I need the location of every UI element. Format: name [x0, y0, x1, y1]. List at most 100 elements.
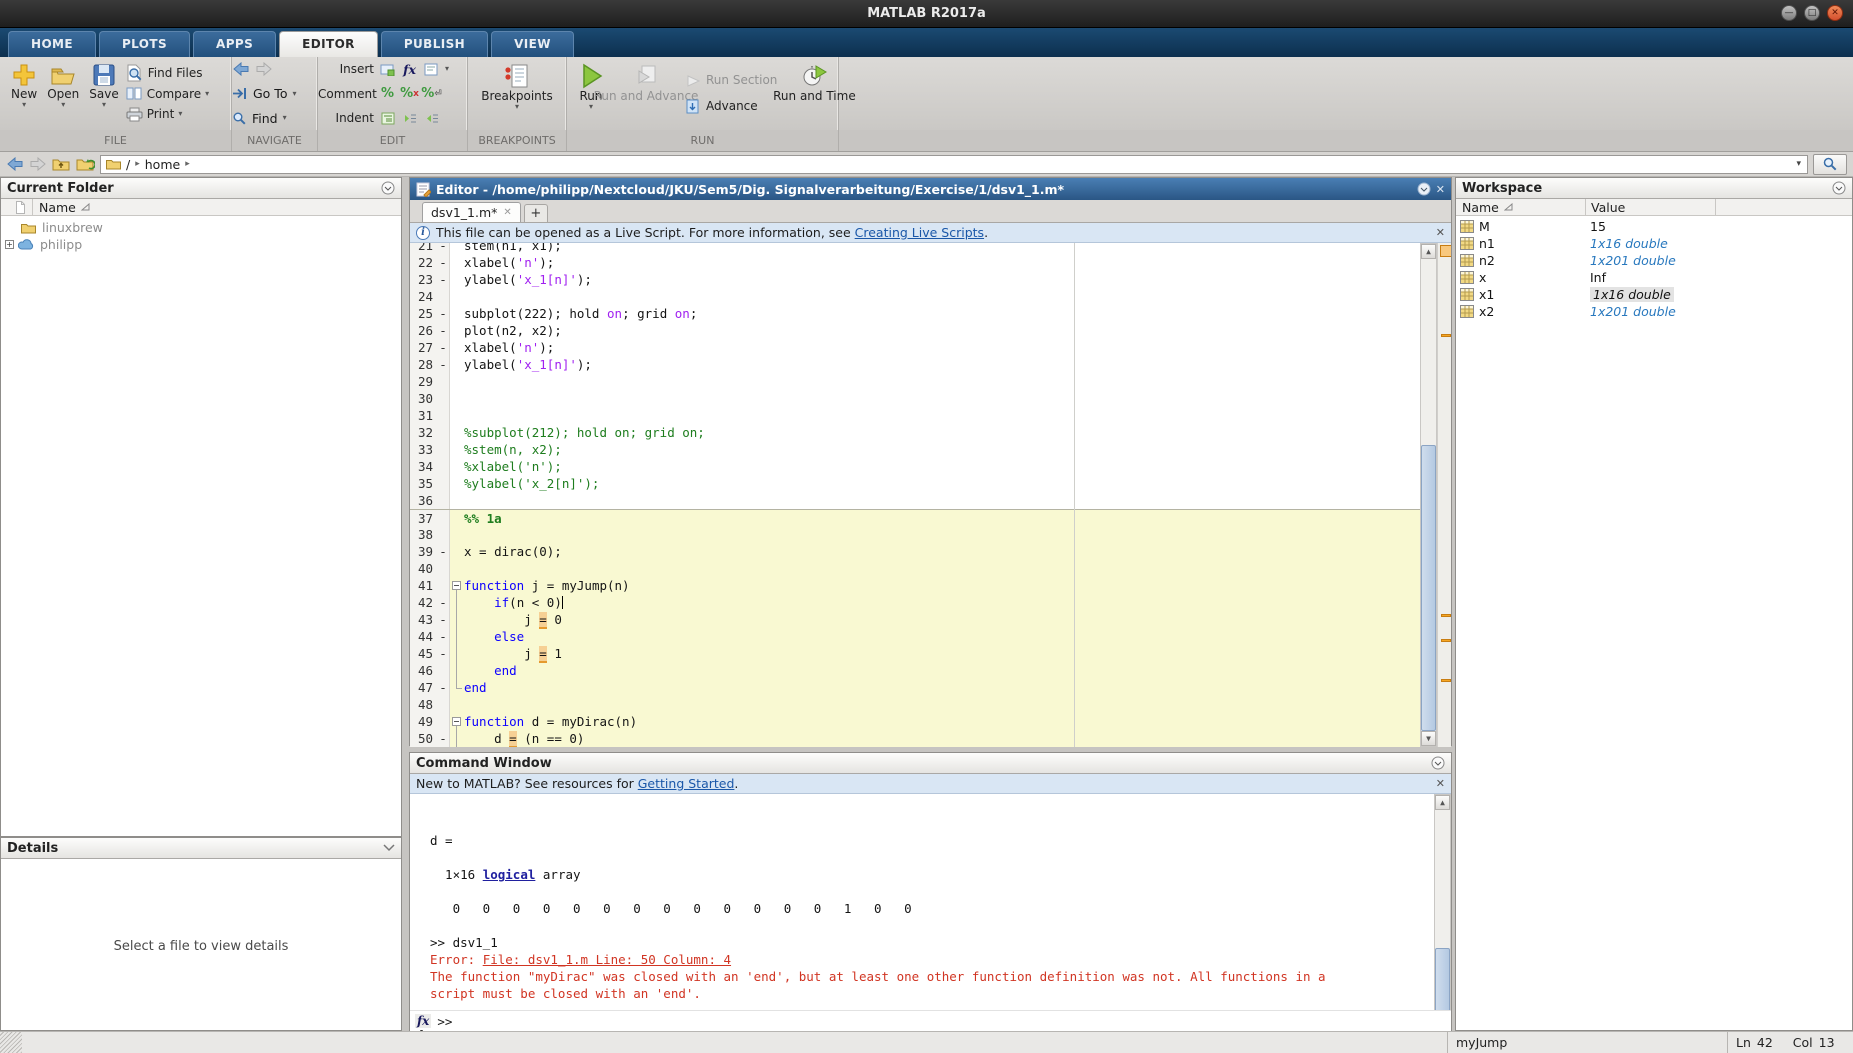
tab-editor[interactable]: EDITOR [279, 31, 378, 57]
code-text[interactable]: ylabel('x_1[n]'); [464, 271, 1420, 288]
breakpoint-gutter[interactable] [437, 492, 450, 509]
code-line-45[interactable]: 45- j = 1 [410, 645, 1420, 662]
editor-title-bar[interactable]: Editor - /home/philipp/Nextcloud/JKU/Sem… [410, 178, 1451, 200]
breadcrumb-home[interactable]: home [145, 157, 180, 172]
tab-publish[interactable]: PUBLISH [381, 31, 488, 57]
panel-menu-icon[interactable] [1417, 182, 1431, 196]
code-text[interactable] [464, 492, 1420, 509]
fold-gutter[interactable] [450, 526, 464, 543]
code-line-30[interactable]: 30 [410, 390, 1420, 407]
workspace-row-x1[interactable]: x11x16 double [1456, 286, 1852, 303]
find-files-button[interactable]: Find Files [126, 63, 209, 83]
code-text[interactable] [464, 407, 1420, 424]
tab-close-icon[interactable]: ✕ [503, 207, 511, 218]
line-number[interactable]: 25 [410, 305, 437, 322]
resize-grip[interactable] [0, 1032, 22, 1053]
scroll-down-icon[interactable]: ▼ [1421, 731, 1436, 746]
line-number[interactable]: 46 [410, 662, 437, 679]
line-number[interactable]: 39 [410, 543, 437, 560]
fold-collapse-icon[interactable] [452, 581, 461, 590]
file-tab[interactable]: dsv1_1.m* ✕ [422, 202, 521, 222]
code-line-24[interactable]: 24 [410, 288, 1420, 305]
creating-live-scripts-link[interactable]: Creating Live Scripts [855, 225, 984, 240]
line-number[interactable]: 48 [410, 696, 437, 713]
warning-summary-icon[interactable] [1440, 245, 1451, 257]
fold-collapse-icon[interactable] [452, 717, 461, 726]
code-text[interactable]: x = dirac(0); [464, 543, 1420, 560]
expand-icon[interactable]: + [5, 240, 14, 249]
code-line-49[interactable]: 49 function d = myDirac(n) [410, 713, 1420, 730]
new-tab-button[interactable]: + [524, 204, 548, 222]
tab-apps[interactable]: APPS [193, 31, 276, 57]
code-text[interactable]: ylabel('x_1[n]'); [464, 356, 1420, 373]
code-text[interactable]: end [464, 679, 1420, 696]
code-text[interactable]: stem(n1, x1); [464, 243, 1420, 254]
close-button[interactable]: ✕ [1827, 5, 1843, 21]
breakpoint-gutter[interactable]: - [437, 679, 450, 696]
code-text[interactable]: function d = myDirac(n) [464, 713, 1420, 730]
code-line-38[interactable]: 38 [410, 526, 1420, 543]
advance-button[interactable]: Advance [685, 97, 777, 117]
fold-gutter[interactable] [450, 492, 464, 509]
line-number[interactable]: 41 [410, 577, 437, 594]
code-text[interactable]: %subplot(212); hold on; grid on; [464, 424, 1420, 441]
line-number[interactable]: 36 [410, 492, 437, 509]
path-search-button[interactable] [1813, 154, 1847, 175]
code-line-50[interactable]: 50- d = (n == 0) [410, 730, 1420, 747]
line-number[interactable]: 21 [410, 243, 437, 254]
info-close-icon[interactable]: ✕ [1436, 777, 1445, 790]
up-folder-icon[interactable] [52, 156, 71, 172]
breakpoint-gutter[interactable]: - [437, 322, 450, 339]
fold-gutter[interactable] [450, 713, 464, 730]
line-number[interactable]: 43 [410, 611, 437, 628]
code-line-41[interactable]: 41 function j = myJump(n) [410, 577, 1420, 594]
go-to-button[interactable]: Go To▾ [232, 84, 317, 104]
code-text[interactable]: function j = myJump(n) [464, 577, 1420, 594]
panel-menu-icon[interactable] [1431, 756, 1445, 770]
breakpoint-gutter[interactable]: - [437, 271, 450, 288]
print-button[interactable]: Print▾ [126, 104, 209, 124]
error-location-link[interactable]: File: dsv1_1.m Line: 50 Column: 4 [483, 952, 731, 967]
code-line-23[interactable]: 23-ylabel('x_1[n]'); [410, 271, 1420, 288]
command-prompt-row[interactable]: fx >> [410, 1010, 1451, 1031]
fold-gutter[interactable] [450, 424, 464, 441]
fold-gutter[interactable] [450, 475, 464, 492]
line-number[interactable]: 28 [410, 356, 437, 373]
code-line-33[interactable]: 33%stem(n, x2); [410, 441, 1420, 458]
info-close-icon[interactable]: ✕ [1436, 226, 1445, 239]
run-and-advance-button[interactable]: Run and Advance [615, 61, 677, 126]
code-line-29[interactable]: 29 [410, 373, 1420, 390]
forward-icon[interactable] [255, 62, 273, 76]
indent-left-icon[interactable] [423, 111, 440, 126]
fold-gutter[interactable] [450, 288, 464, 305]
line-number[interactable]: 42 [410, 594, 437, 611]
fold-gutter[interactable] [450, 510, 464, 526]
code-line-31[interactable]: 31 [410, 407, 1420, 424]
logical-link[interactable]: logical [483, 867, 536, 882]
code-line-27[interactable]: 27-xlabel('n'); [410, 339, 1420, 356]
code-text[interactable] [464, 373, 1420, 390]
line-number[interactable]: 26 [410, 322, 437, 339]
code-line-46[interactable]: 46 end [410, 662, 1420, 679]
folder-item-philipp[interactable]: +philipp [1, 236, 401, 253]
panel-menu-icon[interactable] [381, 181, 395, 195]
code-text[interactable]: xlabel('n'); [464, 254, 1420, 271]
fold-gutter[interactable] [450, 322, 464, 339]
breakpoint-gutter[interactable] [437, 713, 450, 730]
fold-gutter[interactable] [450, 458, 464, 475]
line-number[interactable]: 40 [410, 560, 437, 577]
breakpoint-gutter[interactable]: - [437, 543, 450, 560]
editor-scrollbar[interactable]: ▲ ▼ [1420, 243, 1437, 747]
indent-right-icon[interactable] [401, 111, 418, 126]
line-number[interactable]: 24 [410, 288, 437, 305]
code-line-42[interactable]: 42- if(n < 0) [410, 594, 1420, 611]
line-number[interactable]: 38 [410, 526, 437, 543]
code-text[interactable]: subplot(222); hold on; grid on; [464, 305, 1420, 322]
line-number[interactable]: 49 [410, 713, 437, 730]
code-text[interactable]: xlabel('n'); [464, 339, 1420, 356]
breakpoint-gutter[interactable] [437, 441, 450, 458]
code-line-47[interactable]: 47-end [410, 679, 1420, 696]
breakpoints-button[interactable]: Breakpoints▾ [476, 61, 557, 126]
breakpoint-gutter[interactable]: - [437, 594, 450, 611]
code-text[interactable] [464, 390, 1420, 407]
